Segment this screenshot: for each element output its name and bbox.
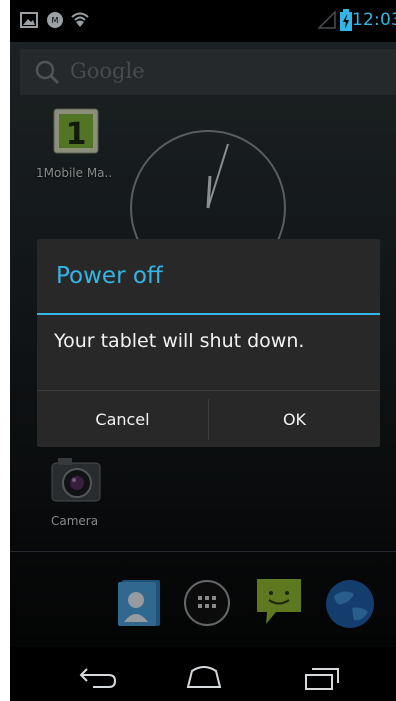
dialog-message: Your tablet will shut down. — [54, 330, 305, 352]
status-clock: 12:03 — [352, 10, 396, 30]
notification-icon: M — [47, 12, 63, 28]
cancel-button[interactable]: Cancel — [37, 391, 208, 448]
gallery-icon — [20, 12, 38, 28]
dialog-title: Power off — [56, 263, 163, 289]
home-icon[interactable] — [174, 657, 234, 697]
device-screen: M 12:03 Google 1 1Mobile Ma.. — [10, 0, 396, 701]
recent-apps-icon[interactable] — [292, 657, 352, 697]
signal-icon — [318, 11, 336, 29]
navigation-bar — [10, 647, 396, 701]
power-off-dialog: Power off Your tablet will shut down. Ca… — [37, 239, 380, 447]
status-bar: M 12:03 — [10, 0, 396, 42]
dialog-title-divider — [37, 313, 380, 315]
battery-charging-icon — [340, 9, 352, 31]
wifi-icon — [71, 12, 89, 27]
dialog-button-row: Cancel OK — [37, 390, 380, 448]
ok-button[interactable]: OK — [209, 391, 380, 448]
back-icon[interactable] — [69, 657, 129, 697]
svg-text:M: M — [52, 16, 59, 25]
